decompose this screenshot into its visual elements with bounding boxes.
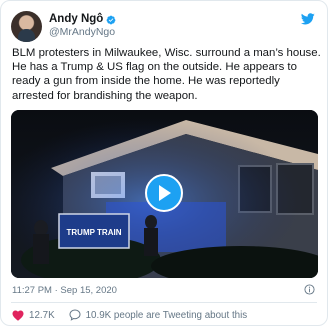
tweeting-about-link[interactable]: 10.9K people are Tweeting about this [69, 309, 248, 321]
tweet-card[interactable]: Andy Ngô @MrAndyNgo BLM protesters in Mi… [0, 0, 328, 326]
video-player[interactable]: TRUMP TRAIN [11, 110, 318, 278]
author-handle[interactable]: @MrAndyNgo [49, 26, 116, 39]
tweet-timestamp[interactable]: 11:27 PM · Sep 15, 2020 [12, 285, 117, 296]
footer-divider [11, 302, 317, 303]
author-display-name-row[interactable]: Andy Ngô [49, 13, 116, 26]
tweet-text: BLM protesters in Milwaukee, Wisc. surro… [12, 47, 321, 102]
tweet-footer: 12.7K 10.9K people are Tweeting about th… [12, 309, 247, 321]
play-button[interactable] [145, 174, 183, 212]
tweet-header: Andy Ngô @MrAndyNgo [11, 10, 116, 42]
twitter-bird-icon[interactable] [301, 13, 315, 25]
play-icon [159, 185, 171, 201]
info-icon[interactable] [304, 284, 315, 295]
heart-icon [12, 310, 24, 321]
speech-bubble-icon [69, 309, 81, 321]
author-display-name[interactable]: Andy Ngô [49, 13, 103, 26]
yard-sign-text: TRUMP TRAIN [67, 228, 122, 237]
tweeting-about-count: 10.9K people are Tweeting about this [85, 309, 248, 321]
avatar[interactable] [11, 10, 42, 42]
verified-badge-icon [106, 15, 116, 24]
like-count: 12.7K [29, 309, 55, 321]
author-names: Andy Ngô @MrAndyNgo [49, 13, 116, 39]
like-button[interactable]: 12.7K [12, 310, 55, 321]
